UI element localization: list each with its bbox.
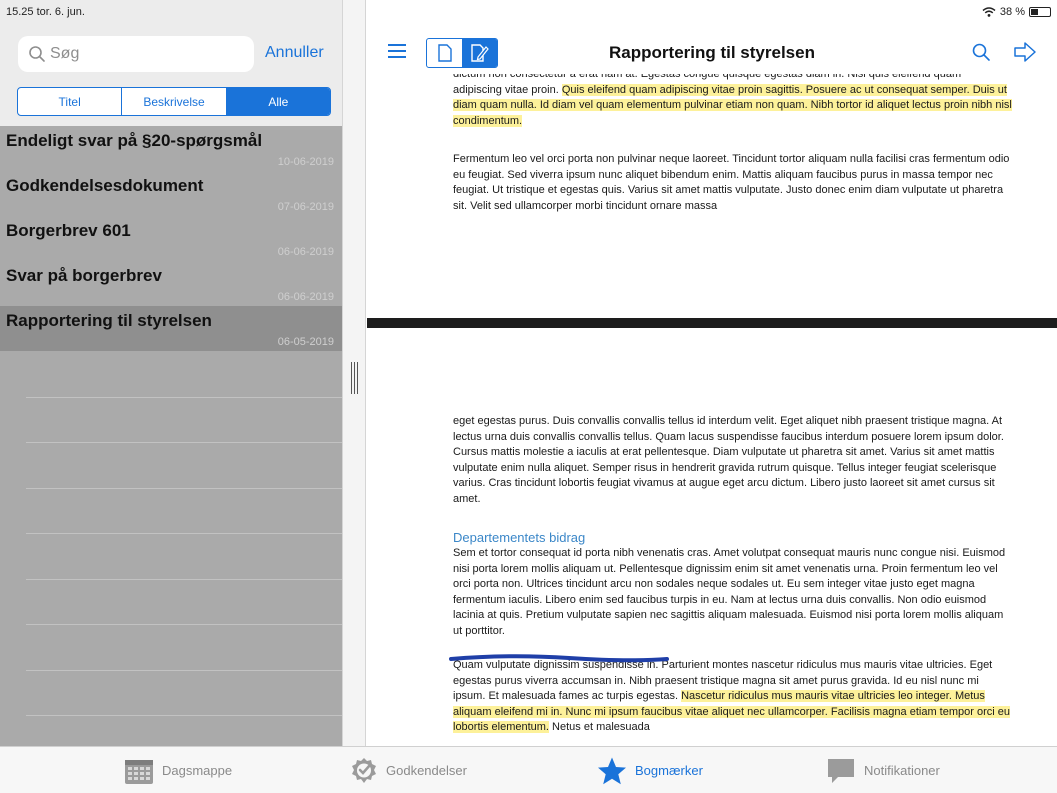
- document-page: eget egestas purus. Duis convallis conva…: [367, 328, 1057, 746]
- list-separator: [26, 625, 342, 671]
- battery-percentage: 38 %: [999, 6, 1025, 18]
- list-separator: [26, 398, 342, 443]
- search-box[interactable]: [18, 36, 254, 72]
- segment-description[interactable]: Beskrivelse: [122, 88, 227, 115]
- document-paragraph: Quam vulputate dignissim suspendisse in.…: [453, 659, 1010, 733]
- star-icon: [598, 757, 626, 784]
- tab-label: Dagsmappe: [162, 763, 233, 778]
- split-view-divider: [342, 0, 366, 746]
- document-title: Endeligt svar på §20-spørgsmål: [6, 131, 263, 150]
- annotate-mode-button[interactable]: [462, 39, 497, 67]
- document-paragraph: dictum non consectetur a erat nam at. Eg…: [453, 74, 1012, 127]
- section-heading: Departementets bidrag: [453, 530, 586, 545]
- tab-label: Notifikationer: [864, 763, 940, 778]
- page-pen-icon: [470, 44, 489, 62]
- battery-icon: [1029, 7, 1051, 17]
- hamburger-menu-icon[interactable]: [388, 43, 406, 59]
- list-separator: [26, 580, 342, 625]
- page-separator: [367, 318, 1057, 328]
- list-separator: [26, 489, 342, 534]
- document-paragraph: eget egestas purus. Duis convallis conva…: [453, 415, 1004, 505]
- search-scope-segmented-control: Titel Beskrivelse Alle: [17, 87, 331, 116]
- document-sidebar: 15.25 tor. 6. jun. Annuller Titel Beskri…: [0, 0, 342, 746]
- document-title: Godkendelsesdokument: [6, 176, 204, 195]
- list-separator: [26, 671, 342, 716]
- tab-notifikationer[interactable]: Notifikationer: [826, 747, 940, 793]
- document-list-item-selected[interactable]: Rapportering til styrelsen 06-05-2019: [0, 306, 342, 351]
- document-viewer: 38 % Rapportering til styrelsen dictum n…: [367, 0, 1057, 746]
- tab-dagsmappe[interactable]: Dagsmappe: [124, 747, 232, 793]
- read-mode-button[interactable]: [427, 39, 462, 67]
- bottom-tab-bar: Dagsmappe Godkendelser Bogmærker Notifik…: [0, 746, 1057, 793]
- document-list-item[interactable]: Svar på borgerbrev 06-06-2019: [0, 261, 342, 306]
- search-icon: [29, 46, 45, 62]
- segment-all[interactable]: Alle: [226, 88, 330, 115]
- segment-title[interactable]: Titel: [18, 88, 123, 115]
- list-separator: [26, 534, 342, 580]
- calendar-icon: [125, 759, 153, 784]
- tab-bogmaerker[interactable]: Bogmærker: [597, 747, 703, 793]
- document-date: 06-05-2019: [277, 336, 334, 348]
- page-icon: [437, 44, 452, 62]
- document-date: 06-06-2019: [277, 291, 334, 303]
- document-list: Endeligt svar på §20-spørgsmål 10-06-201…: [0, 126, 342, 351]
- document-title: Borgerbrev 601: [6, 221, 131, 240]
- pen-annotation-stroke: [449, 654, 669, 663]
- split-resize-handle[interactable]: [348, 362, 360, 394]
- document-list-item[interactable]: Godkendelsesdokument 07-06-2019: [0, 171, 342, 216]
- document-date: 10-06-2019: [277, 156, 334, 168]
- search-icon[interactable]: [971, 42, 991, 62]
- cancel-button[interactable]: Annuller: [265, 44, 324, 62]
- document-list-item[interactable]: Borgerbrev 601 06-06-2019: [0, 216, 342, 261]
- forward-arrow-icon[interactable]: [1013, 41, 1037, 63]
- view-mode-toggle: [426, 38, 498, 68]
- tab-label: Bogmærker: [635, 763, 703, 778]
- document-list-item[interactable]: Endeligt svar på §20-spørgsmål 10-06-201…: [0, 126, 342, 171]
- document-toolbar: Rapportering til styrelsen: [367, 34, 1057, 74]
- speech-bubble-icon: [828, 758, 854, 783]
- document-date: 07-06-2019: [277, 201, 334, 213]
- status-indicators: 38 %: [982, 6, 1051, 18]
- search-input[interactable]: [50, 36, 250, 72]
- document-paragraph: Sem et tortor consequat id porta nibh ve…: [453, 547, 1006, 637]
- tab-godkendelser[interactable]: Godkendelser: [350, 747, 467, 793]
- empty-list-separators: [26, 352, 342, 716]
- tab-label: Godkendelser: [386, 763, 467, 778]
- list-separator: [26, 352, 342, 398]
- status-time-date: 15.25 tor. 6. jun.: [6, 6, 85, 18]
- sidebar-header: 15.25 tor. 6. jun. Annuller Titel Beskri…: [0, 0, 342, 126]
- document-paragraph: Fermentum leo vel orci porta non pulvina…: [453, 153, 1010, 212]
- approval-check-icon: [352, 757, 376, 783]
- document-title: Svar på borgerbrev: [6, 266, 162, 285]
- document-title: Rapportering til styrelsen: [6, 311, 212, 330]
- document-date: 06-06-2019: [277, 246, 334, 258]
- list-separator: [26, 443, 342, 489]
- document-page: dictum non consectetur a erat nam at. Eg…: [367, 74, 1057, 318]
- wifi-icon: [982, 7, 996, 17]
